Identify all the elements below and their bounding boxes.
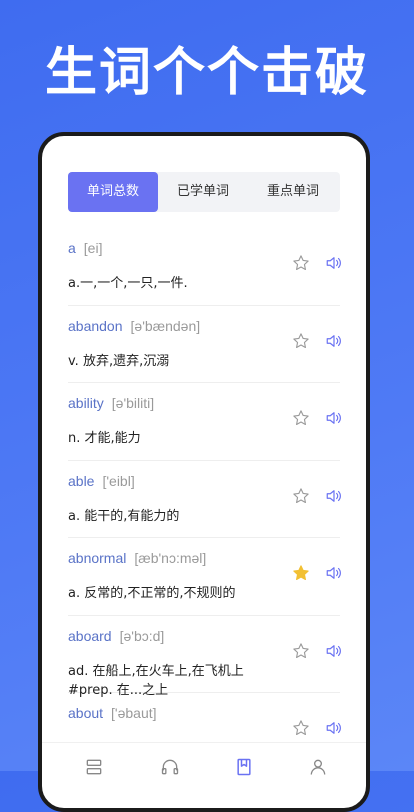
- word-line: able ['eibl]: [68, 473, 135, 489]
- speaker-icon[interactable]: [324, 487, 344, 505]
- star-icon[interactable]: [292, 642, 310, 660]
- meaning-text: n. 才能,能力: [68, 431, 141, 446]
- speaker-icon[interactable]: [324, 642, 344, 660]
- star-icon[interactable]: [292, 254, 310, 272]
- bottom-nav: [42, 742, 366, 783]
- list-item[interactable]: abandon [ə'bændən] v. 放弃,遗弃,沉溺: [68, 306, 341, 383]
- tab-bar: 单词总数 已学单词 重点单词: [68, 172, 340, 212]
- tab-total-words[interactable]: 单词总数: [68, 172, 158, 212]
- speaker-icon[interactable]: [324, 719, 344, 737]
- user-icon[interactable]: [308, 757, 328, 777]
- word-text: abnormal: [68, 550, 127, 566]
- meaning-text: a.一,一个,一只,一件.: [68, 276, 188, 291]
- list-item[interactable]: aboard [ə'bɔ:d] ad. 在船上,在火车上,在飞机上 #prep. …: [68, 616, 341, 698]
- speaker-icon[interactable]: [324, 564, 344, 582]
- list-item[interactable]: ability [ə'biliti] n. 才能,能力: [68, 383, 341, 461]
- speaker-icon[interactable]: [324, 254, 344, 272]
- phonetic-text: [ə'bɔ:d]: [119, 627, 165, 644]
- list-item[interactable]: abnormal [æb'nɔ:məl] a. 反常的,不正常的,不规则的: [68, 538, 341, 616]
- star-icon[interactable]: [292, 487, 310, 505]
- headphones-icon[interactable]: [160, 757, 180, 777]
- tab-learned-words[interactable]: 已学单词: [158, 172, 248, 212]
- meaning-text: a. 能干的,有能力的: [68, 508, 180, 524]
- word-text: ability: [68, 395, 104, 411]
- list-item[interactable]: able ['eibl] a. 能干的,有能力的: [68, 461, 341, 538]
- word-list: a [ei] a.一,一个,一只,一件. abandon [ə'bændən] v.…: [68, 228, 341, 771]
- word-text: aboard: [68, 627, 112, 644]
- list-icon[interactable]: [84, 757, 104, 777]
- speaker-icon[interactable]: [324, 409, 344, 427]
- word-text: about: [68, 705, 104, 721]
- word-line: ability [ə'biliti]: [68, 395, 154, 411]
- word-line: aboard [ə'bɔ:d]: [68, 628, 164, 644]
- headline: 生词个个击破: [44, 43, 369, 103]
- meaning-text: a. 反常的,不正常的,不规则的: [68, 586, 236, 601]
- word-line: abnormal [æb'nɔ:məl]: [68, 550, 206, 566]
- book-icon[interactable]: [234, 757, 254, 777]
- meaning-text: v. 放弃,遗弃,沉溺: [68, 353, 170, 369]
- star-icon-filled[interactable]: [292, 564, 310, 582]
- phonetic-text: [ə'biliti]: [111, 395, 155, 411]
- star-icon[interactable]: [292, 719, 310, 737]
- phonetic-text: [ə'bændən]: [130, 317, 201, 334]
- list-item[interactable]: a [ei] a.一,一个,一只,一件.: [68, 228, 341, 306]
- word-line: abandon [ə'bændən]: [68, 318, 200, 334]
- star-icon[interactable]: [292, 332, 310, 350]
- star-icon[interactable]: [292, 409, 310, 427]
- phonetic-text: [æb'nɔ:məl]: [134, 550, 207, 566]
- word-line: about ['əbaut]: [68, 705, 157, 721]
- word-line: a [ei]: [68, 240, 102, 256]
- tab-key-words[interactable]: 重点单词: [248, 172, 338, 212]
- word-text: able: [68, 472, 95, 489]
- word-text: abandon: [68, 317, 123, 334]
- phone-frame: 单词总数 已学单词 重点单词 a [ei] a.一,一个,一只,一件. aband…: [38, 132, 370, 812]
- phonetic-text: ['əbaut]: [111, 705, 157, 721]
- word-text: a: [68, 240, 76, 256]
- phonetic-text: [ei]: [83, 240, 103, 256]
- speaker-icon[interactable]: [324, 332, 344, 350]
- phonetic-text: ['eibl]: [102, 472, 135, 489]
